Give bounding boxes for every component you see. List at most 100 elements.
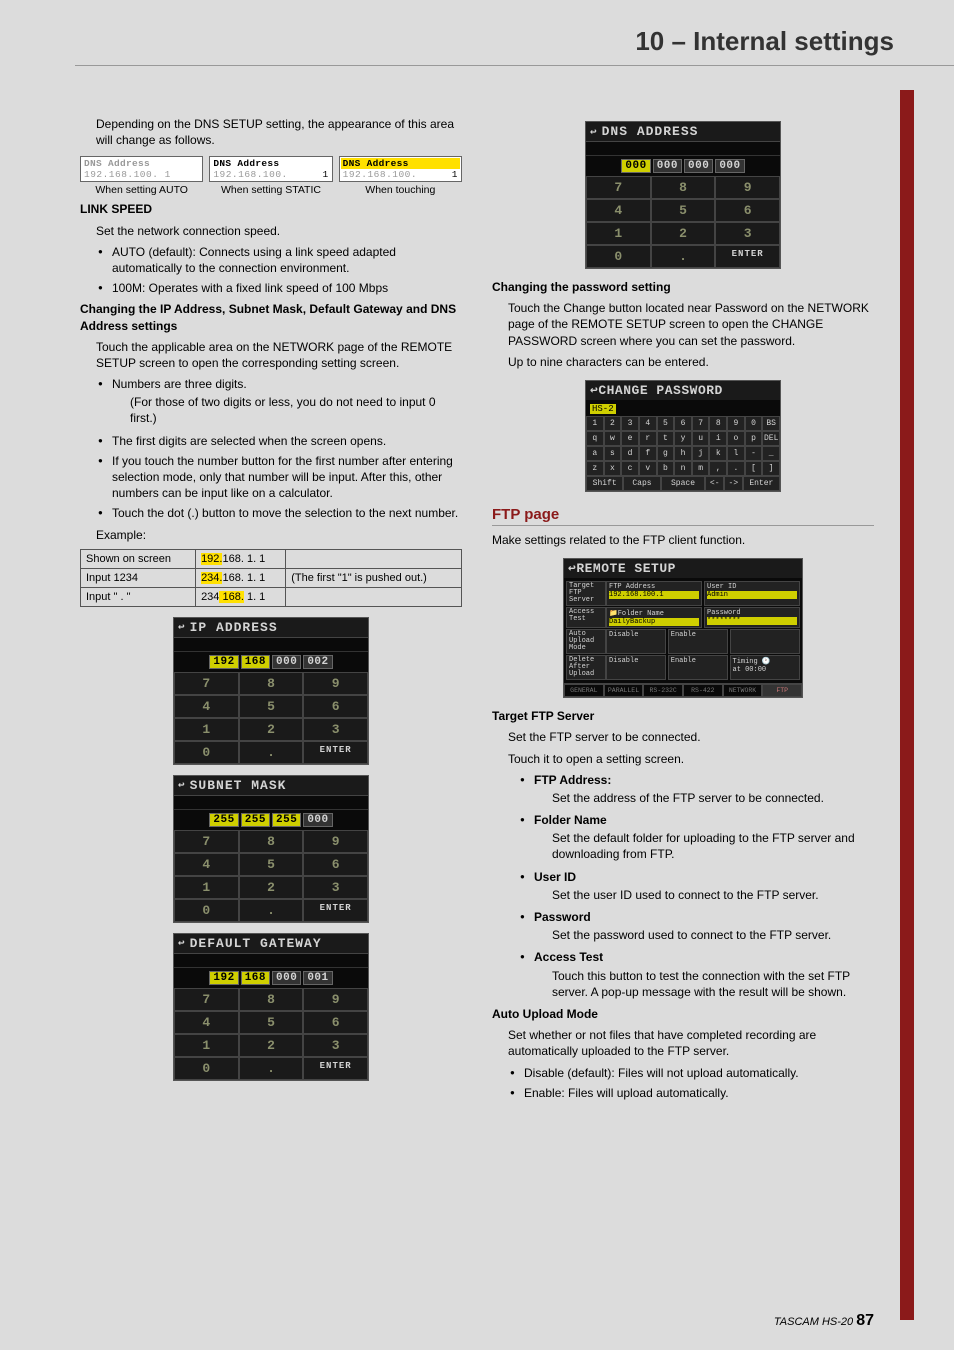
keyboard-key[interactable]: w xyxy=(604,431,622,446)
keypad-enter[interactable]: ENTER xyxy=(303,741,368,764)
ip-octet[interactable]: 000 xyxy=(272,655,301,669)
ip-octet[interactable]: 255 xyxy=(209,813,238,827)
keypad-1[interactable]: 1 xyxy=(174,876,239,899)
password-field[interactable]: HS-2 xyxy=(590,404,616,414)
keyboard-key[interactable]: q xyxy=(586,431,604,446)
keypad-0[interactable]: 0 xyxy=(174,741,239,764)
keypad-enter[interactable]: ENTER xyxy=(303,1057,368,1080)
keypad-4[interactable]: 4 xyxy=(174,1011,239,1034)
keyboard-key[interactable]: h xyxy=(674,446,692,461)
keypad-4[interactable]: 4 xyxy=(174,853,239,876)
keypad-8[interactable]: 8 xyxy=(239,830,304,853)
keypad-8[interactable]: 8 xyxy=(651,176,716,199)
keypad-2[interactable]: 2 xyxy=(651,222,716,245)
keyboard-key[interactable]: e xyxy=(621,431,639,446)
keyboard-key[interactable]: p xyxy=(745,431,763,446)
keypad-3[interactable]: 3 xyxy=(303,876,368,899)
keypad-2[interactable]: 2 xyxy=(239,718,304,741)
ip-octet[interactable]: 000 xyxy=(715,159,744,173)
keypad-0[interactable]: 0 xyxy=(586,245,651,268)
key-left[interactable]: <- xyxy=(705,476,724,491)
keyboard-key[interactable]: l xyxy=(727,446,745,461)
keyboard-key[interactable]: 5 xyxy=(657,416,675,431)
key-space[interactable]: Space xyxy=(661,476,706,491)
keyboard-key[interactable]: 6 xyxy=(674,416,692,431)
keyboard-key[interactable]: a xyxy=(586,446,604,461)
tab-network[interactable]: NETWORK xyxy=(723,684,763,697)
keypad-4[interactable]: 4 xyxy=(174,695,239,718)
ip-octet[interactable]: 255 xyxy=(241,813,270,827)
keyboard-key[interactable]: v xyxy=(639,461,657,476)
keypad-6[interactable]: 6 xyxy=(303,1011,368,1034)
keyboard-key[interactable]: ] xyxy=(762,461,780,476)
keypad-dot[interactable]: . xyxy=(239,899,304,922)
keyboard-key[interactable]: 0 xyxy=(745,416,763,431)
keyboard-key[interactable]: 2 xyxy=(604,416,622,431)
keypad-7[interactable]: 7 xyxy=(174,672,239,695)
tab-general[interactable]: GENERAL xyxy=(564,684,604,697)
keyboard-key[interactable]: i xyxy=(709,431,727,446)
keyboard-key[interactable]: . xyxy=(727,461,745,476)
keyboard-key[interactable]: DEL xyxy=(762,431,780,446)
keypad-3[interactable]: 3 xyxy=(303,1034,368,1057)
keyboard-key[interactable]: x xyxy=(604,461,622,476)
keypad-0[interactable]: 0 xyxy=(174,899,239,922)
keyboard-key[interactable]: , xyxy=(709,461,727,476)
remote-field[interactable]: Password******** xyxy=(704,607,800,628)
keypad-0[interactable]: 0 xyxy=(174,1057,239,1080)
keypad-5[interactable]: 5 xyxy=(239,853,304,876)
keyboard-key[interactable]: o xyxy=(727,431,745,446)
enable-button[interactable]: Enable xyxy=(668,655,728,680)
ip-octet[interactable]: 168 xyxy=(241,971,270,985)
ip-octet[interactable]: 000 xyxy=(621,159,650,173)
keyboard-key[interactable]: m xyxy=(692,461,710,476)
keyboard-key[interactable]: f xyxy=(639,446,657,461)
keyboard-key[interactable]: k xyxy=(709,446,727,461)
ip-octet[interactable]: 000 xyxy=(653,159,682,173)
ip-octet[interactable]: 001 xyxy=(303,971,332,985)
keypad-enter[interactable]: ENTER xyxy=(303,899,368,922)
keyboard-key[interactable]: j xyxy=(692,446,710,461)
keypad-9[interactable]: 9 xyxy=(303,988,368,1011)
ip-octet[interactable]: 192 xyxy=(209,971,238,985)
key-enter[interactable]: Enter xyxy=(743,476,780,491)
keypad-2[interactable]: 2 xyxy=(239,876,304,899)
keypad-3[interactable]: 3 xyxy=(303,718,368,741)
keypad-6[interactable]: 6 xyxy=(715,199,780,222)
remote-field[interactable]: 📁Folder NameDailyBackup xyxy=(606,607,702,628)
ip-octet[interactable]: 002 xyxy=(303,655,332,669)
ip-octet[interactable]: 000 xyxy=(684,159,713,173)
keypad-4[interactable]: 4 xyxy=(586,199,651,222)
keypad-5[interactable]: 5 xyxy=(239,695,304,718)
keyboard-key[interactable]: n xyxy=(674,461,692,476)
keypad-9[interactable]: 9 xyxy=(303,672,368,695)
key-shift[interactable]: Shift xyxy=(586,476,623,491)
keyboard-key[interactable]: d xyxy=(621,446,639,461)
ip-octet[interactable]: 000 xyxy=(272,971,301,985)
keypad-1[interactable]: 1 xyxy=(174,718,239,741)
keypad-1[interactable]: 1 xyxy=(586,222,651,245)
disable-button[interactable]: Disable xyxy=(606,655,666,680)
ip-octet[interactable]: 000 xyxy=(303,813,332,827)
remote-label[interactable]: Access Test xyxy=(566,607,606,628)
keypad-8[interactable]: 8 xyxy=(239,672,304,695)
keyboard-key[interactable]: c xyxy=(621,461,639,476)
keyboard-key[interactable]: z xyxy=(586,461,604,476)
key-caps[interactable]: Caps xyxy=(623,476,660,491)
keypad-7[interactable]: 7 xyxy=(174,988,239,1011)
keyboard-key[interactable]: [ xyxy=(745,461,763,476)
tab-ftp[interactable]: FTP xyxy=(762,684,802,697)
keypad-dot[interactable]: . xyxy=(239,1057,304,1080)
keyboard-key[interactable]: b xyxy=(657,461,675,476)
tab-rs232c[interactable]: RS-232C xyxy=(643,684,683,697)
keypad-dot[interactable]: . xyxy=(651,245,716,268)
tab-rs422[interactable]: RS-422 xyxy=(683,684,723,697)
keyboard-key[interactable]: BS xyxy=(762,416,780,431)
keypad-5[interactable]: 5 xyxy=(239,1011,304,1034)
keyboard-key[interactable]: - xyxy=(745,446,763,461)
keyboard-key[interactable]: y xyxy=(674,431,692,446)
keypad-9[interactable]: 9 xyxy=(715,176,780,199)
keyboard-key[interactable]: 8 xyxy=(709,416,727,431)
tab-parallel[interactable]: PARALLEL xyxy=(604,684,644,697)
keyboard-key[interactable]: 9 xyxy=(727,416,745,431)
